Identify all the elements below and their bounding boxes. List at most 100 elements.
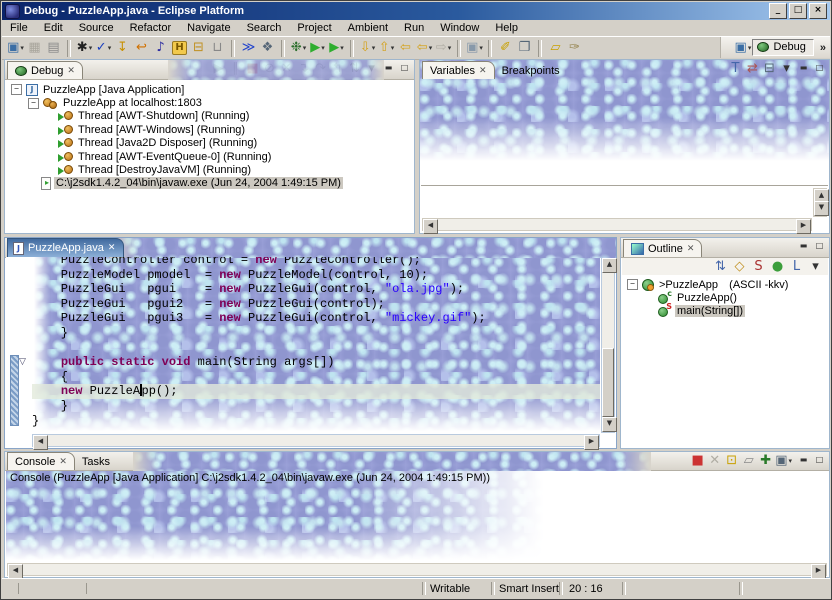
- tree-item[interactable]: C:\j2sdk1.4.2_04\bin\javaw.exe (Jun 24, …: [6, 177, 413, 190]
- maximize-view-icon[interactable]: □: [813, 241, 826, 252]
- clear-console-icon[interactable]: ▱: [741, 453, 756, 469]
- code-line[interactable]: [32, 341, 600, 356]
- highlight-icon[interactable]: ✐: [497, 39, 514, 57]
- editor-content[interactable]: ▽ PuzzleController control = new PuzzleC…: [6, 257, 600, 433]
- tab-outline[interactable]: Outline ✕: [623, 239, 702, 257]
- menu-source[interactable]: Source: [71, 21, 122, 35]
- title-bar[interactable]: Debug - PuzzleApp.java - Eclipse Platfor…: [2, 2, 830, 20]
- hide-local-types-icon[interactable]: L: [788, 258, 805, 276]
- debug-launch-icon[interactable]: ❉▾: [290, 39, 307, 57]
- menu-edit[interactable]: Edit: [36, 21, 71, 35]
- code-line[interactable]: PuzzleController control = new PuzzleCon…: [32, 257, 600, 268]
- open-resource-icon[interactable]: ▱: [547, 39, 564, 57]
- step-return-icon[interactable]: ↰: [330, 61, 345, 77]
- display-console-icon[interactable]: ▣▾: [775, 453, 792, 469]
- team-check-icon[interactable]: ✓▾: [95, 39, 112, 57]
- go-to-marker-icon[interactable]: ▣▾: [466, 39, 483, 57]
- tree-item[interactable]: −>PuzzleApp (ASCII -kkv): [622, 278, 828, 291]
- html-tool-icon[interactable]: H: [171, 39, 188, 57]
- view-menu-icon[interactable]: ▾: [364, 61, 379, 77]
- maximize-view-icon[interactable]: □: [813, 455, 826, 466]
- tree-item[interactable]: Thread [Java2D Disposer] (Running): [6, 137, 413, 150]
- sort-icon[interactable]: ⇅: [712, 258, 729, 276]
- menu-search[interactable]: Search: [239, 21, 290, 35]
- open-perspective-icon[interactable]: ▣▾: [734, 39, 751, 57]
- close-button[interactable]: ×: [809, 3, 827, 19]
- menu-ambient[interactable]: Ambient: [340, 21, 396, 35]
- tab-debug[interactable]: Debug ✕: [7, 61, 83, 79]
- minimize-view-icon[interactable]: ▬: [797, 63, 810, 74]
- perspective-debug-button[interactable]: Debug: [752, 39, 813, 56]
- pin-console-icon[interactable]: ✚: [758, 453, 773, 469]
- minimize-view-icon[interactable]: ▬: [797, 241, 810, 252]
- code-line[interactable]: PuzzleGui pgui3 = new PuzzleGui(control,…: [32, 311, 600, 326]
- fold-collapse-icon[interactable]: ▽: [19, 357, 26, 366]
- code-line-current[interactable]: new PuzzleApp();: [32, 384, 600, 399]
- suspend-icon[interactable]: ∥: [228, 61, 243, 77]
- tree-item[interactable]: PuzzleApp(): [622, 291, 828, 304]
- editor-annotation-ruler[interactable]: ▽: [6, 257, 32, 433]
- view-menu-icon[interactable]: ▾: [807, 258, 824, 276]
- run-tool-icon[interactable]: ▶▾: [328, 39, 345, 57]
- close-icon[interactable]: ✕: [108, 243, 116, 253]
- menu-project[interactable]: Project: [289, 21, 339, 35]
- tree-item[interactable]: Thread [AWT-Shutdown] (Running): [6, 110, 413, 123]
- minimize-view-icon[interactable]: ▬: [797, 455, 810, 466]
- tree-item[interactable]: Thread [AWT-EventQueue-0] (Running): [6, 150, 413, 163]
- media-note-icon[interactable]: ♪: [152, 39, 169, 57]
- show-logical-structure-icon[interactable]: ⇄: [745, 61, 760, 77]
- disconnect-icon[interactable]: ⊘: [262, 61, 277, 77]
- deploy-icon[interactable]: ↧: [114, 39, 131, 57]
- skip-all-breakpoints-icon[interactable]: ≫: [240, 39, 257, 57]
- code-line[interactable]: }: [32, 399, 600, 414]
- collapse-all-icon[interactable]: ⊟: [762, 61, 777, 77]
- hide-non-public-icon[interactable]: ●: [769, 258, 786, 276]
- minimize-view-icon[interactable]: ▬: [382, 63, 395, 74]
- tab-console[interactable]: Console✕: [7, 452, 75, 470]
- code-line[interactable]: {: [32, 370, 600, 385]
- tree-item[interactable]: Thread [DestroyJavaVM] (Running): [6, 163, 413, 176]
- menu-file[interactable]: File: [2, 21, 36, 35]
- step-over-icon[interactable]: ↷: [313, 61, 328, 77]
- console-horizontal-scrollbar[interactable]: ◀ ▶: [7, 563, 827, 576]
- maximize-view-icon[interactable]: □: [813, 63, 826, 74]
- package-gear-icon[interactable]: ❖: [259, 39, 276, 57]
- last-edit-location-icon[interactable]: ⇦: [397, 39, 414, 57]
- variables-vertical-scrollbar[interactable]: ▲ ▼: [813, 188, 827, 217]
- remove-launches-icon[interactable]: ✕: [707, 453, 722, 469]
- run-external-tool-icon[interactable]: ✱▾: [76, 39, 93, 57]
- hide-static-icon[interactable]: S: [750, 258, 767, 276]
- tree-item[interactable]: main(String[]): [622, 305, 828, 318]
- code-line[interactable]: }: [32, 414, 600, 429]
- menu-navigate[interactable]: Navigate: [179, 21, 238, 35]
- terminate-icon[interactable]: ■: [245, 61, 260, 77]
- tree-item[interactable]: −PuzzleApp [Java Application]: [6, 83, 413, 96]
- menu-run[interactable]: Run: [396, 21, 432, 35]
- minimize-button[interactable]: _: [769, 3, 787, 19]
- tab-variables[interactable]: Variables✕: [422, 61, 495, 79]
- save-icon[interactable]: ▦: [26, 39, 43, 57]
- code-line[interactable]: public static void main(String args[]): [32, 355, 600, 370]
- variables-horizontal-scrollbar[interactable]: ◀ ▶: [422, 218, 812, 231]
- code-lines[interactable]: PuzzleController control = new PuzzleCon…: [32, 257, 600, 428]
- print-icon[interactable]: ▤: [45, 39, 62, 57]
- maximize-view-icon[interactable]: □: [398, 63, 411, 74]
- close-icon[interactable]: ✕: [59, 457, 67, 467]
- run-launch-icon[interactable]: ▶▾: [309, 39, 326, 57]
- tree-item[interactable]: Thread [AWT-Windows] (Running): [6, 123, 413, 136]
- close-icon[interactable]: ✕: [67, 66, 75, 76]
- tree-item[interactable]: −PuzzleApp at localhost:1803: [6, 96, 413, 109]
- code-line[interactable]: }: [32, 326, 600, 341]
- console-content[interactable]: Console (PuzzleApp [Java Application] C:…: [6, 471, 828, 562]
- code-line[interactable]: PuzzleModel pmodel = new PuzzleModel(con…: [32, 268, 600, 283]
- tray-icon[interactable]: ⊔: [209, 39, 226, 57]
- back-icon[interactable]: ⇦▾: [416, 39, 433, 57]
- undo-checkout-icon[interactable]: ↩: [133, 39, 150, 57]
- scroll-lock-icon[interactable]: ⊡: [724, 453, 739, 469]
- editor-vertical-scrollbar[interactable]: ▲ ▼: [601, 257, 615, 433]
- next-annotation-icon[interactable]: ⇩▾: [359, 39, 376, 57]
- code-line[interactable]: PuzzleGui pgui = new PuzzleGui(control, …: [32, 282, 600, 297]
- thread-filter-icon[interactable]: ⇅: [347, 61, 362, 77]
- view-menu-icon[interactable]: ▾: [779, 61, 794, 77]
- previous-annotation-icon[interactable]: ⇧▾: [378, 39, 395, 57]
